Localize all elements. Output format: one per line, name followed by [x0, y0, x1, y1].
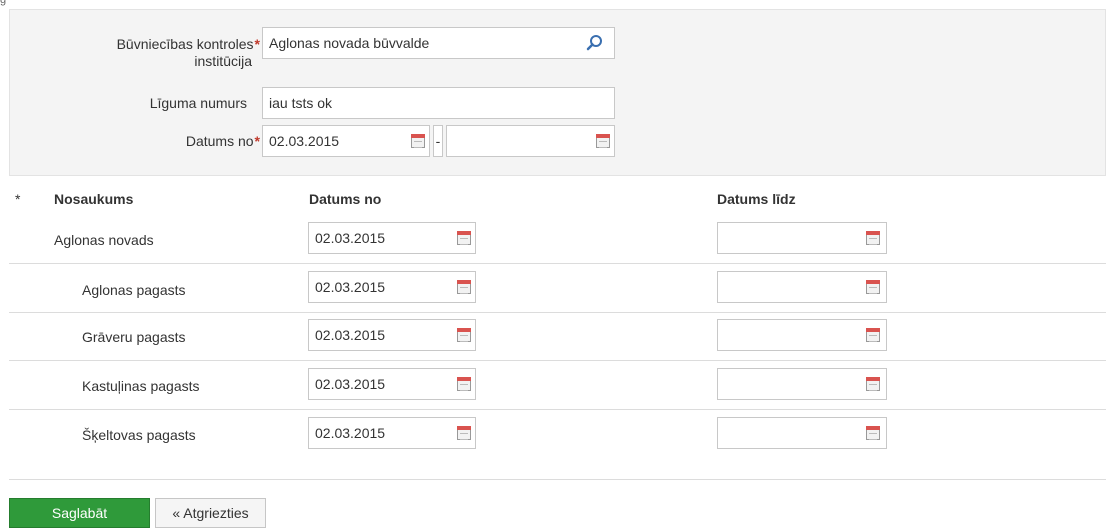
row-date-from-field[interactable]: 02.03.2015: [308, 319, 476, 351]
row-date-from-value: 02.03.2015: [315, 376, 386, 392]
row-divider: [9, 360, 1106, 361]
required-mark: *: [254, 133, 260, 149]
row-date-to-field[interactable]: [717, 222, 887, 254]
contract-label: Līguma numurs: [149, 95, 247, 111]
calendar-icon[interactable]: [457, 377, 471, 391]
save-button[interactable]: Saglabāt: [9, 498, 150, 528]
institution-label-line1: Būvniecības kontroles: [116, 36, 254, 52]
date-range-separator: -: [433, 125, 443, 157]
calendar-icon[interactable]: [411, 134, 425, 148]
row-date-from-field[interactable]: 02.03.2015: [308, 368, 476, 400]
row-date-from-field[interactable]: 02.03.2015: [308, 271, 476, 303]
row-divider: [9, 312, 1106, 313]
table-row-name: Šķeltovas pagasts: [82, 427, 196, 443]
row-date-from-field[interactable]: 02.03.2015: [308, 222, 476, 254]
table-row-name: Aglonas novads: [54, 232, 154, 248]
calendar-icon[interactable]: [596, 134, 610, 148]
calendar-icon[interactable]: [457, 231, 471, 245]
row-date-to-field[interactable]: [717, 271, 887, 303]
name-column-header: Nosaukums: [54, 191, 134, 207]
date-from-field[interactable]: 02.03.2015: [262, 125, 430, 157]
institution-field[interactable]: Aglonas novada būvvalde: [262, 27, 615, 59]
row-date-from-field[interactable]: 02.03.2015: [308, 417, 476, 449]
calendar-icon[interactable]: [866, 280, 880, 294]
contract-number-value: iau tsts ok: [269, 95, 333, 111]
table-bottom-divider: [9, 479, 1106, 480]
date-from-column-header: Datums no: [309, 191, 382, 207]
date-to-column-header: Datums līdz: [717, 191, 796, 207]
table-row-name: Grāveru pagasts: [82, 329, 186, 345]
institution-value: Aglonas novada būvvalde: [269, 35, 430, 51]
required-mark: *: [254, 36, 260, 52]
calendar-icon[interactable]: [457, 280, 471, 294]
date-from-label: Datums no*: [60, 133, 260, 150]
calendar-icon[interactable]: [866, 426, 880, 440]
search-icon[interactable]: [586, 34, 604, 52]
row-date-from-value: 02.03.2015: [315, 230, 386, 246]
calendar-icon[interactable]: [457, 328, 471, 342]
table-row-name: Aglonas pagasts: [82, 282, 186, 298]
calendar-icon[interactable]: [866, 377, 880, 391]
date-from-label-text: Datums no: [185, 133, 254, 149]
row-date-from-value: 02.03.2015: [315, 425, 386, 441]
required-column-header: *: [15, 191, 21, 207]
row-date-from-value: 02.03.2015: [315, 279, 386, 295]
row-date-to-field[interactable]: [717, 417, 887, 449]
row-divider: [9, 409, 1106, 410]
date-to-field[interactable]: [446, 125, 615, 157]
table-row-name: Kastuļinas pagasts: [82, 378, 200, 394]
row-date-to-field[interactable]: [717, 319, 887, 351]
calendar-icon[interactable]: [457, 426, 471, 440]
date-separator-text: -: [435, 133, 441, 149]
row-divider: [9, 263, 1106, 264]
institution-label: Būvniecības kontroles* institūcija: [60, 36, 260, 70]
row-date-to-field[interactable]: [717, 368, 887, 400]
calendar-icon[interactable]: [866, 328, 880, 342]
institution-label-line2: institūcija: [194, 53, 252, 69]
date-from-value: 02.03.2015: [269, 133, 340, 149]
calendar-icon[interactable]: [866, 231, 880, 245]
back-button[interactable]: « Atgriezties: [155, 498, 266, 528]
row-date-from-value: 02.03.2015: [315, 327, 386, 343]
corner-text-fragment: g: [0, 0, 7, 6]
contract-number-field[interactable]: iau tsts ok: [262, 87, 615, 119]
